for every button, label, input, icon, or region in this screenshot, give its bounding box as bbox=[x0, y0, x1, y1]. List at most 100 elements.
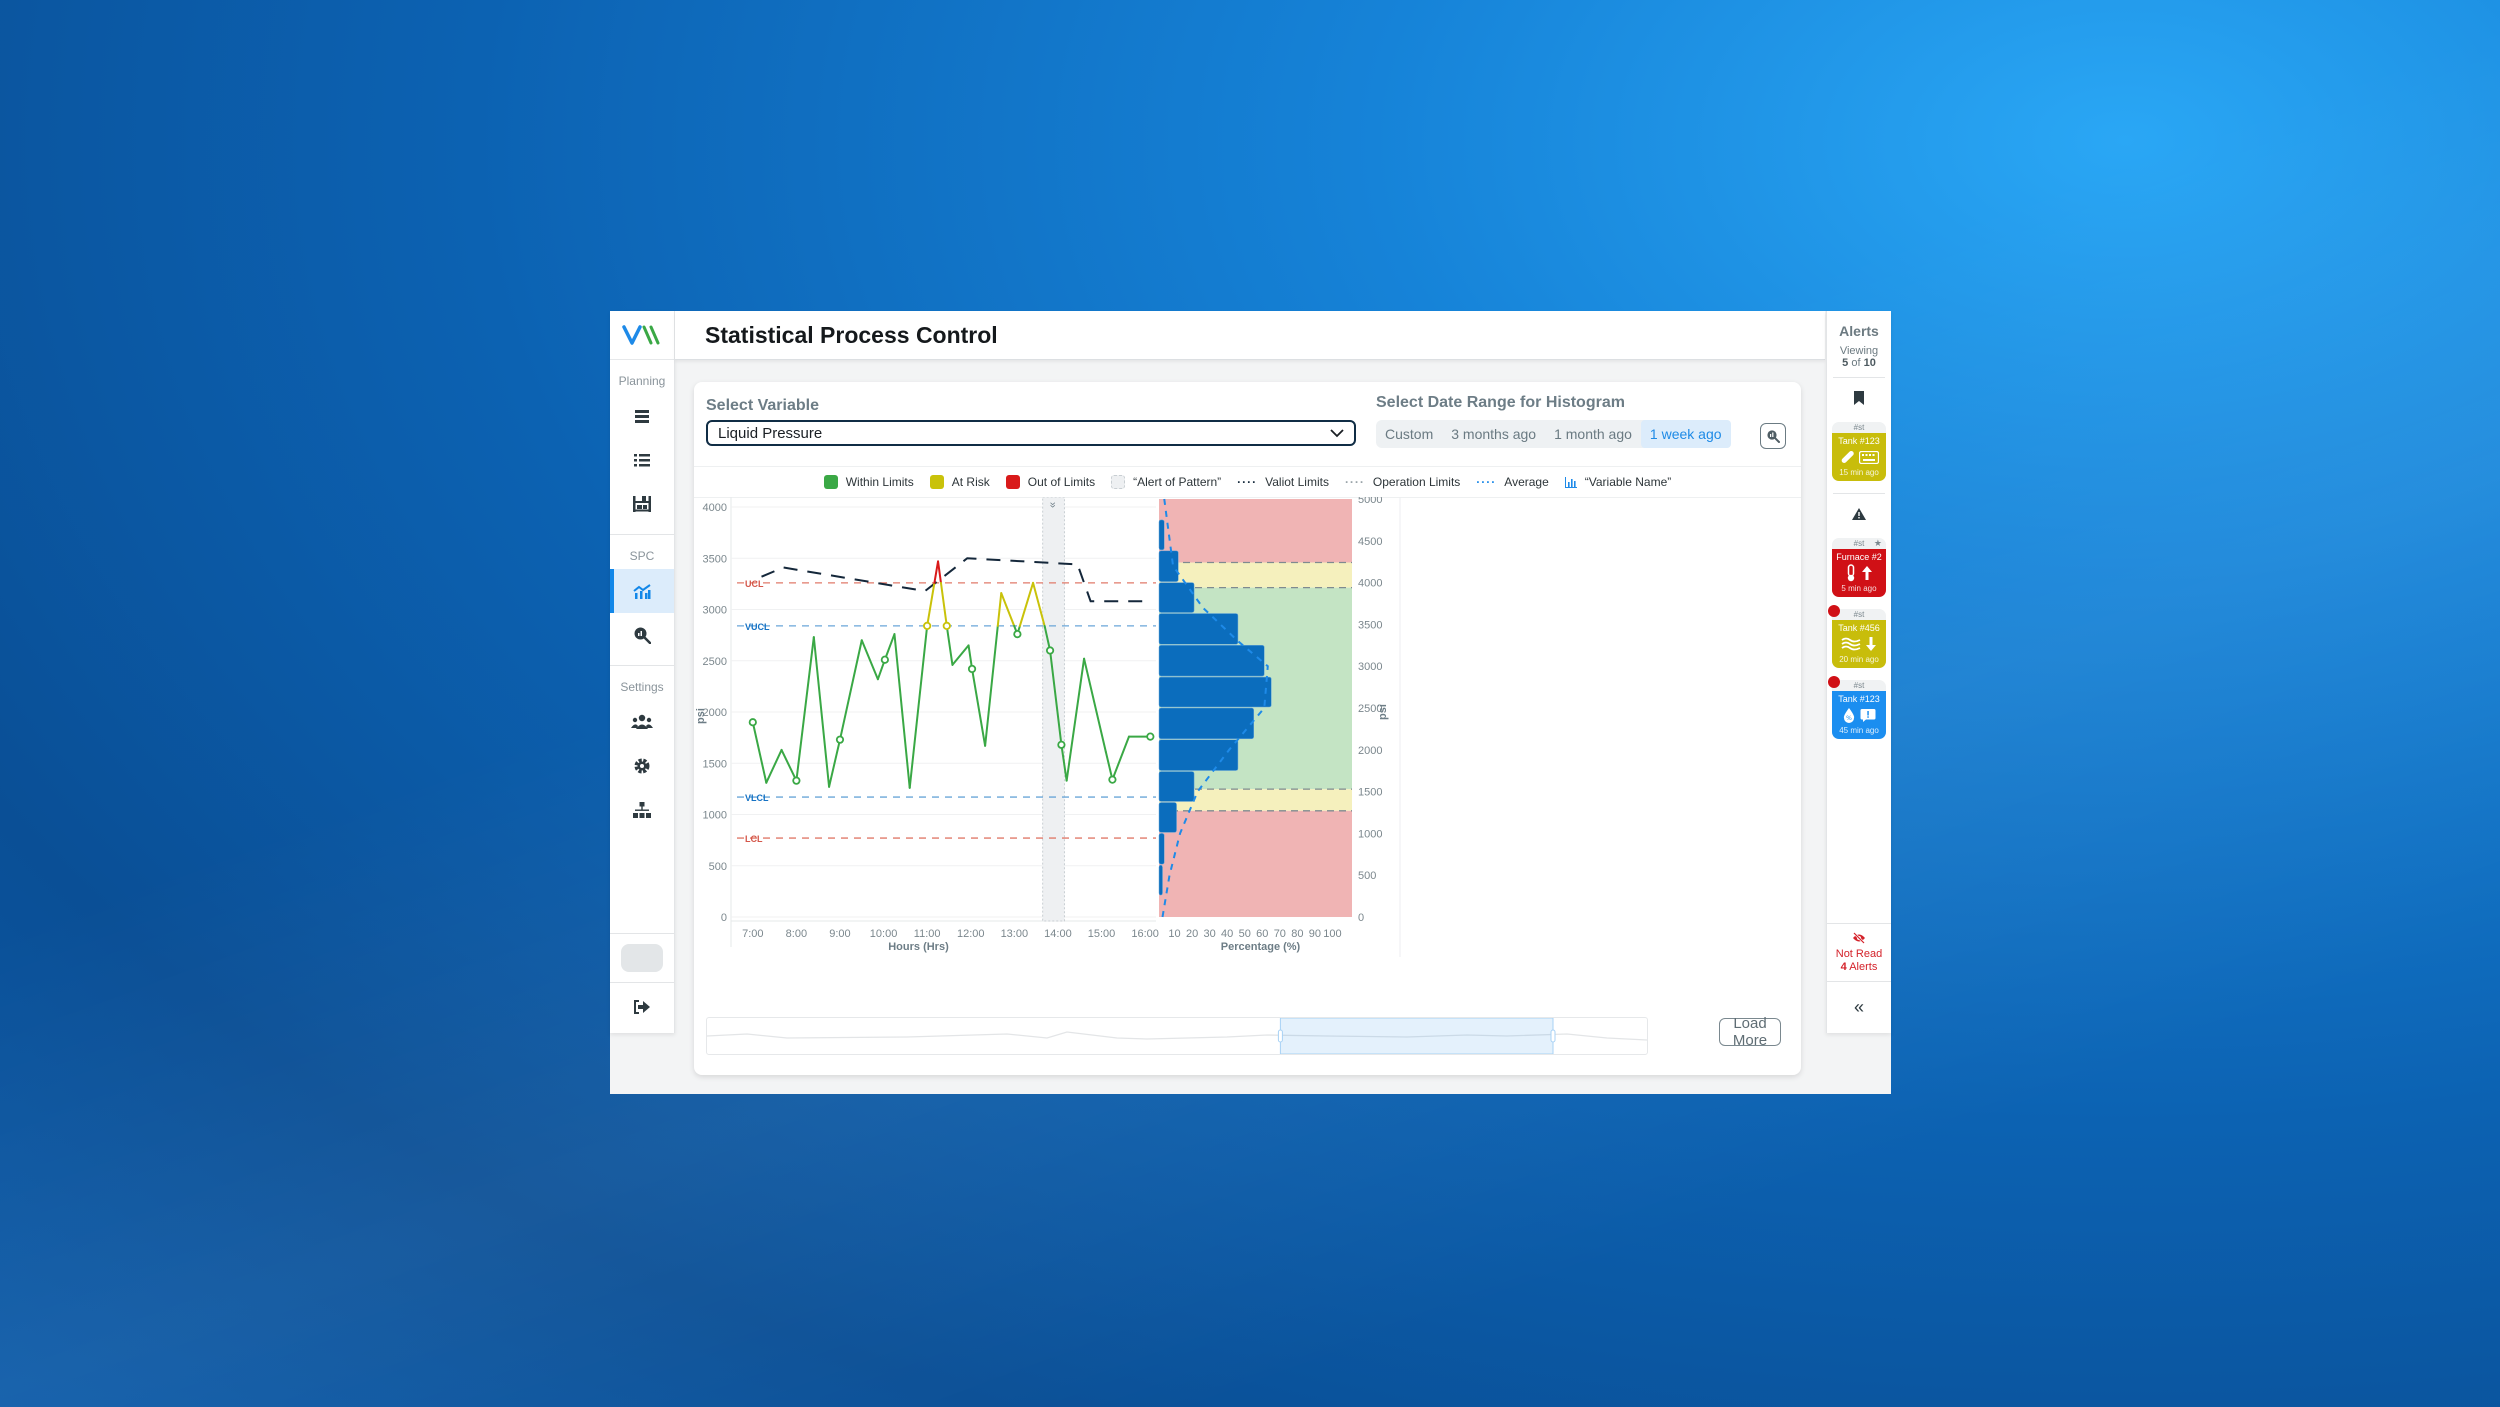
sidebar-item-spc-chart[interactable] bbox=[610, 569, 674, 613]
droplet-percent-icon: % bbox=[1843, 708, 1855, 723]
histogram-bar bbox=[1158, 739, 1239, 771]
histogram-bar bbox=[1158, 833, 1165, 865]
control-line-label: LCL bbox=[745, 834, 763, 844]
x-tick-label: 16:00 bbox=[1131, 928, 1159, 940]
alerts-panel: Alerts Viewing 5 of 10 #st Tank #123 15 … bbox=[1826, 311, 1891, 1033]
x-tick-label: 14:00 bbox=[1044, 928, 1072, 940]
series-segment bbox=[937, 560, 942, 584]
variable-select-value: Liquid Pressure bbox=[718, 424, 823, 442]
warning-group[interactable] bbox=[1827, 494, 1891, 534]
svg-text:%: % bbox=[1846, 715, 1852, 722]
sidebar-item-settings[interactable] bbox=[610, 744, 674, 788]
legend-dotted-line-icon: ···· bbox=[1344, 475, 1365, 489]
alert-card[interactable]: #st Tank #123 15 min ago bbox=[1832, 422, 1886, 481]
series-segment bbox=[883, 633, 896, 661]
legend-at-risk[interactable]: At Risk bbox=[929, 475, 990, 489]
date-range-tab-3-months[interactable]: 3 months ago bbox=[1442, 420, 1545, 448]
star-icon[interactable]: ★ bbox=[1874, 538, 1882, 549]
histogram-zone-red-high bbox=[1159, 499, 1352, 563]
warehouse-icon bbox=[633, 496, 651, 512]
series-segment bbox=[780, 748, 798, 782]
series-segment bbox=[1083, 657, 1107, 753]
alert-card[interactable]: #st Tank #123 % 45 min ago bbox=[1828, 676, 1886, 739]
sidebar-item-organization[interactable] bbox=[610, 788, 674, 832]
y-tick-label: 3000 bbox=[703, 605, 727, 617]
chevrons-left-icon: « bbox=[1853, 996, 1864, 1017]
list-icon bbox=[634, 454, 650, 467]
load-more-button[interactable]: Load More bbox=[1719, 1015, 1781, 1049]
valiot-logo-icon bbox=[622, 325, 660, 345]
legend-label: “Alert of Pattern” bbox=[1133, 475, 1222, 489]
histogram-y-tick-label: 4500 bbox=[1358, 536, 1382, 548]
legend-operation-limits[interactable]: ···· Operation Limits bbox=[1345, 475, 1460, 489]
histogram-y-tick-label: 0 bbox=[1358, 912, 1364, 924]
sidebar-item-list[interactable] bbox=[610, 438, 674, 482]
variable-select[interactable]: Liquid Pressure bbox=[706, 420, 1356, 446]
spc-card: Select Variable Liquid Pressure Select D… bbox=[694, 382, 1801, 1075]
alert-card-body: Tank #123 15 min ago bbox=[1832, 433, 1886, 481]
legend-label: Operation Limits bbox=[1372, 475, 1461, 489]
not-read-count: 4 bbox=[1840, 961, 1847, 973]
time-brush[interactable] bbox=[706, 1012, 1648, 1055]
y-tick-label: 4000 bbox=[703, 502, 727, 514]
histogram-x-tick-label: 70 bbox=[1274, 928, 1286, 940]
control-line-label: VUCL bbox=[745, 622, 770, 632]
legend-out-of-limits[interactable]: Out of Limits bbox=[1005, 475, 1096, 489]
legend-label: Valiot Limits bbox=[1265, 475, 1329, 489]
histogram-bar bbox=[1158, 771, 1195, 802]
control-line-label: UCL bbox=[745, 579, 764, 589]
arrow-up-icon bbox=[1862, 566, 1872, 580]
logout-button[interactable] bbox=[610, 982, 674, 1031]
legend-valiot-limits[interactable]: ···· Valiot Limits bbox=[1237, 475, 1329, 489]
sidebar-item-menu[interactable] bbox=[610, 394, 674, 438]
alert-card[interactable]: #st Tank #456 20 min ago bbox=[1828, 605, 1886, 668]
date-range-tabs: Custom 3 months ago 1 month ago 1 week a… bbox=[1376, 420, 1731, 448]
brush-overview bbox=[706, 1012, 1648, 1055]
y-tick-label: 3500 bbox=[703, 553, 727, 565]
brush-selection[interactable] bbox=[1279, 1017, 1554, 1055]
page-header: Statistical Process Control bbox=[675, 311, 1825, 360]
eye-slash-icon bbox=[1853, 932, 1865, 944]
histogram-y-tick-label: 3500 bbox=[1358, 619, 1382, 631]
waves-icon bbox=[1841, 637, 1861, 651]
histogram-bar bbox=[1158, 582, 1195, 613]
histogram-zoom-button[interactable] bbox=[1760, 423, 1786, 449]
x-tick-label: 15:00 bbox=[1088, 928, 1116, 940]
legend-label: Out of Limits bbox=[1027, 475, 1096, 489]
series-segment bbox=[984, 624, 999, 747]
sidebar-item-spc-search[interactable] bbox=[610, 613, 674, 657]
alert-card[interactable]: #st ★ Furnace #2 5 min ago bbox=[1832, 538, 1886, 597]
data-point bbox=[792, 776, 801, 785]
x-tick-label: 11:00 bbox=[914, 928, 941, 940]
brush-resize-handle[interactable] bbox=[1550, 1029, 1556, 1043]
legend-variable-name[interactable]: “Variable Name” bbox=[1564, 475, 1671, 489]
collapse-alerts-button[interactable]: « bbox=[1827, 981, 1891, 1032]
histogram-y-tick-label: 3000 bbox=[1358, 661, 1382, 673]
histogram-x-tick-label: 20 bbox=[1186, 928, 1198, 940]
histogram-x-tick-label: 40 bbox=[1221, 928, 1233, 940]
app-logo[interactable] bbox=[610, 311, 674, 360]
gear-icon bbox=[634, 758, 650, 774]
alert-name: Furnace #2 bbox=[1836, 552, 1882, 562]
warning-icon bbox=[1852, 508, 1866, 520]
date-range-tab-custom[interactable]: Custom bbox=[1376, 420, 1442, 448]
user-avatar-placeholder[interactable] bbox=[621, 944, 663, 972]
bookmark-group[interactable] bbox=[1827, 378, 1891, 418]
x-tick-label: 7:00 bbox=[742, 928, 763, 940]
sidebar-item-users[interactable] bbox=[610, 700, 674, 744]
date-range-tab-1-week[interactable]: 1 week ago bbox=[1640, 420, 1731, 448]
histogram-x-tick-label: 50 bbox=[1239, 928, 1251, 940]
legend-within-limits[interactable]: Within Limits bbox=[823, 475, 914, 489]
brush-resize-handle[interactable] bbox=[1277, 1029, 1283, 1043]
thermometer-icon bbox=[1847, 564, 1855, 582]
histogram-y-tick-label: 1500 bbox=[1358, 787, 1382, 799]
date-range-tab-1-month[interactable]: 1 month ago bbox=[1545, 420, 1641, 448]
legend-label: At Risk bbox=[951, 475, 990, 489]
histogram-bar bbox=[1158, 550, 1179, 582]
not-read-filter[interactable]: Not Read 4 Alerts bbox=[1827, 923, 1891, 974]
series-segment bbox=[1065, 657, 1086, 782]
legend-average[interactable]: ···· Average bbox=[1476, 475, 1548, 489]
sidebar-item-warehouse[interactable] bbox=[610, 482, 674, 526]
y-axis-title: psi bbox=[695, 708, 707, 724]
legend-alert-of-pattern[interactable]: “Alert of Pattern” bbox=[1111, 475, 1221, 489]
